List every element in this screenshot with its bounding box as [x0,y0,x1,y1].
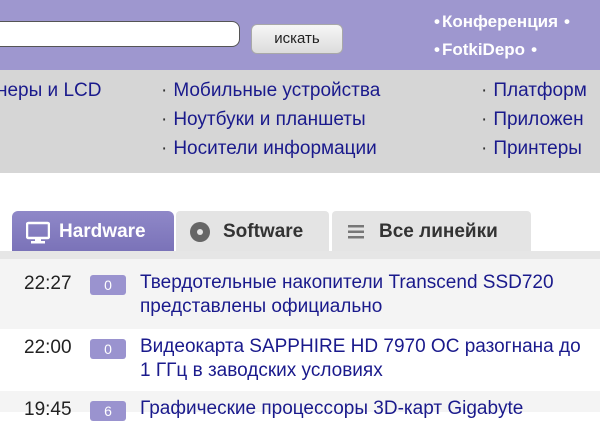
top-header-bar: искать • Конференция • • FotkiDepo • [0,0,600,70]
category-notebooks-tablets[interactable]: · Ноутбуки и планшеты [161,109,366,131]
tab-hardware[interactable]: Hardware [12,211,174,252]
news-title-link[interactable]: Графические процессоры 3D-карт Gigabyte [140,397,595,421]
comment-count-badge[interactable]: 0 [90,275,126,295]
category-applications[interactable]: · Приложен [481,109,584,131]
search-input[interactable] [0,21,240,47]
news-item: 22:27 0 Твердотельные накопители Transce… [0,259,600,329]
fotkidepo-link[interactable]: • FotkiDepo • [434,40,539,60]
news-time: 22:27 [24,273,72,294]
news-list: 22:27 0 Твердотельные накопители Transce… [0,259,600,421]
news-title-link[interactable]: Твердотельные накопители Transcend SSD72… [140,271,595,319]
news-time: 19:45 [24,399,72,420]
comment-count-badge[interactable]: 0 [90,339,126,359]
news-title-link[interactable]: Видеокарта SAPPHIRE HD 7970 OC разогнана… [140,335,595,383]
category-printers[interactable]: · Принтеры [481,138,582,160]
category-storage-media[interactable]: · Носители информации [161,138,377,160]
category-mobile-devices[interactable]: · Мобильные устройства [161,80,380,102]
news-time: 22:00 [24,337,72,358]
category-platforms[interactable]: · Платформ [481,80,587,102]
news-item: 22:00 0 Видеокарта SAPPHIRE HD 7970 OC р… [0,329,600,391]
news-item: 19:45 6 Графические процессоры 3D-карт G… [0,391,600,421]
comment-count-badge[interactable]: 6 [90,401,126,421]
conference-link[interactable]: • Конференция • [434,12,572,32]
tabs-divider [0,251,600,259]
category-monitors-lcd[interactable]: неры и LCD [0,80,101,102]
tab-software[interactable]: Software [176,211,329,252]
category-menu: неры и LCD · Мобильные устройства · Ноутбу… [0,70,600,173]
search-button[interactable]: искать [251,24,343,54]
tab-all-lines[interactable]: Все линейки [332,211,531,252]
